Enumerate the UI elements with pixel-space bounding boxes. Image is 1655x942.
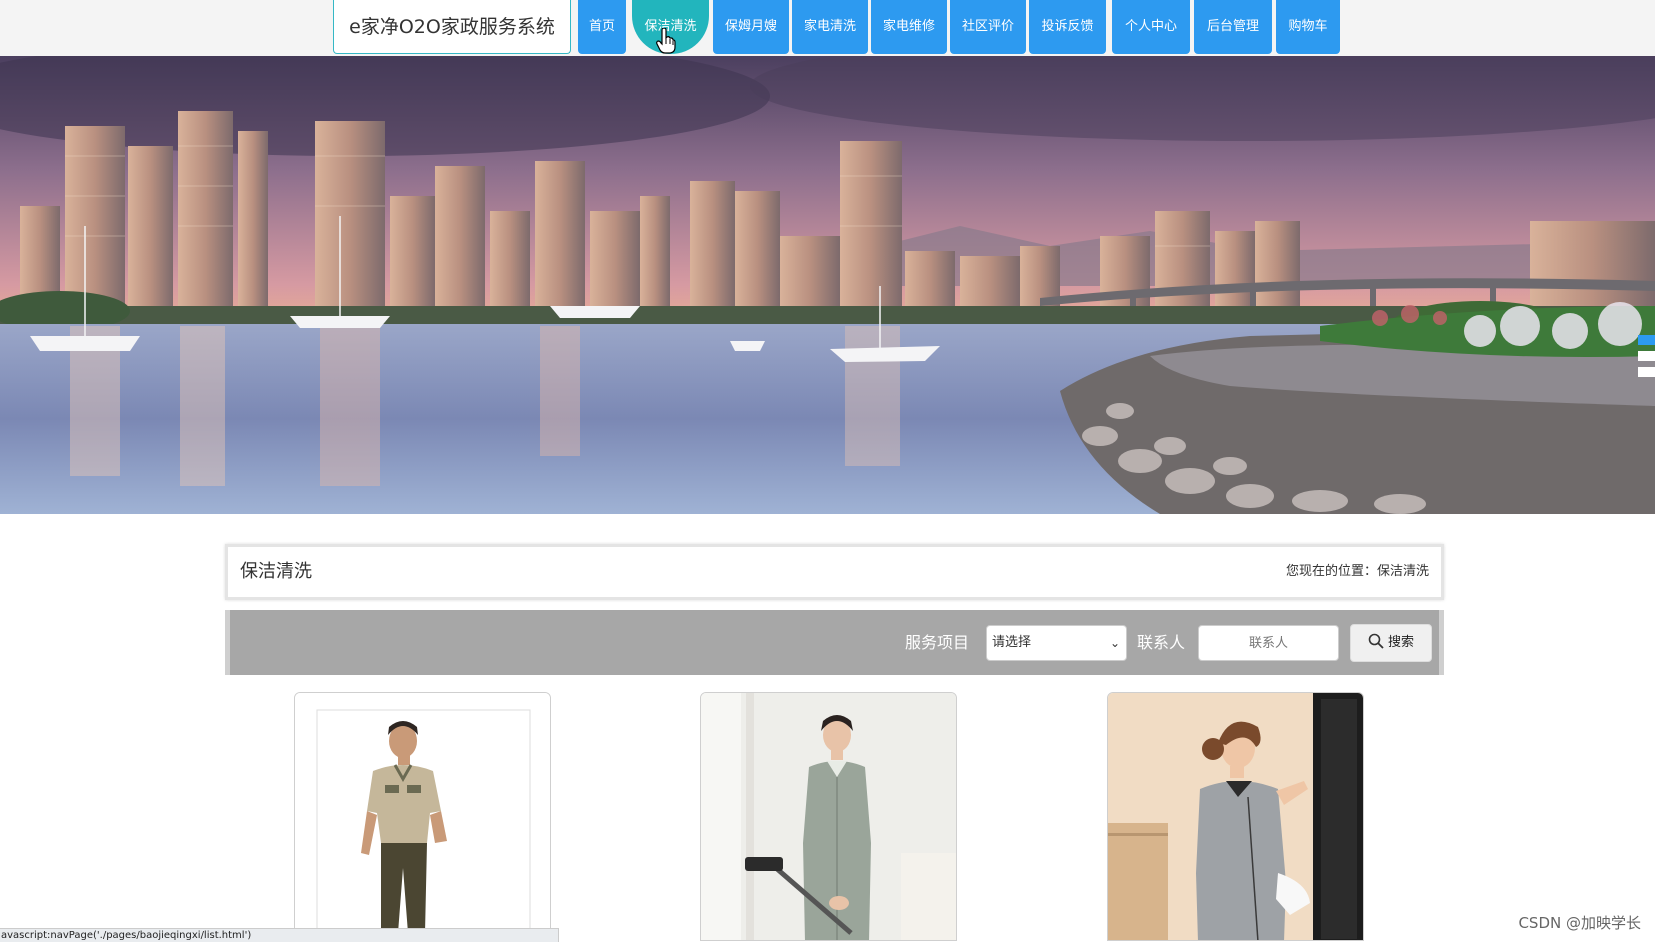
search-bar: 服务项目 请选择 ⌄ 联系人 搜索 xyxy=(225,610,1444,675)
slider-dot-3[interactable] xyxy=(1638,367,1655,377)
service-select-value: 请选择 xyxy=(992,635,1032,650)
watermark: CSDN @加映学长 xyxy=(1518,914,1641,932)
nav-item-appliance-cleaning[interactable]: 家电清洗 xyxy=(792,0,868,54)
nav-item-profile[interactable]: 个人中心 xyxy=(1112,0,1190,54)
product-image-2 xyxy=(701,693,956,940)
nav-item-community-reviews[interactable]: 社区评价 xyxy=(950,0,1026,54)
nav-item-complaints[interactable]: 投诉反馈 xyxy=(1029,0,1106,54)
product-image-1 xyxy=(295,693,550,940)
hand-cursor-icon xyxy=(656,28,676,54)
search-button[interactable]: 搜索 xyxy=(1350,624,1432,662)
site-brand[interactable]: e家净O2O家政服务系统 xyxy=(333,0,571,54)
top-nav: e家净O2O家政服务系统 首页 保洁清洗 保姆月嫂 家电清洗 家电维修 社区评价… xyxy=(0,0,1655,56)
chevron-down-icon: ⌄ xyxy=(1109,636,1120,650)
service-card-3[interactable] xyxy=(1107,692,1364,941)
breadcrumb: 您现在的位置：保洁清洗 xyxy=(1285,564,1429,579)
search-icon xyxy=(1368,633,1384,649)
nav-item-cart[interactable]: 购物车 xyxy=(1276,0,1340,54)
page-title: 保洁清洗 xyxy=(240,561,312,582)
nav-item-appliance-repair[interactable]: 家电维修 xyxy=(871,0,947,54)
service-card-2[interactable] xyxy=(700,692,957,941)
browser-status-url: avascript:navPage('./pages/baojieqingxi/… xyxy=(0,928,559,942)
nav-item-nanny[interactable]: 保姆月嫂 xyxy=(713,0,789,54)
slider-dot-1[interactable] xyxy=(1638,335,1655,345)
contact-input[interactable] xyxy=(1198,625,1339,661)
nav-item-home[interactable]: 首页 xyxy=(578,0,626,54)
service-label: 服务项目 xyxy=(905,633,970,652)
slider-dot-2[interactable] xyxy=(1638,351,1655,361)
contact-label: 联系人 xyxy=(1137,633,1186,652)
nav-item-admin[interactable]: 后台管理 xyxy=(1194,0,1272,54)
hero-banner xyxy=(0,56,1655,514)
banner-slider-dots xyxy=(1638,335,1655,383)
service-card-1[interactable] xyxy=(294,692,551,941)
product-image-3 xyxy=(1108,693,1363,940)
search-button-label: 搜索 xyxy=(1387,635,1414,650)
section-header: 保洁清洗 您现在的位置：保洁清洗 xyxy=(225,544,1444,600)
city-harbor-image xyxy=(0,56,1655,514)
service-select[interactable]: 请选择 ⌄ xyxy=(986,625,1127,661)
